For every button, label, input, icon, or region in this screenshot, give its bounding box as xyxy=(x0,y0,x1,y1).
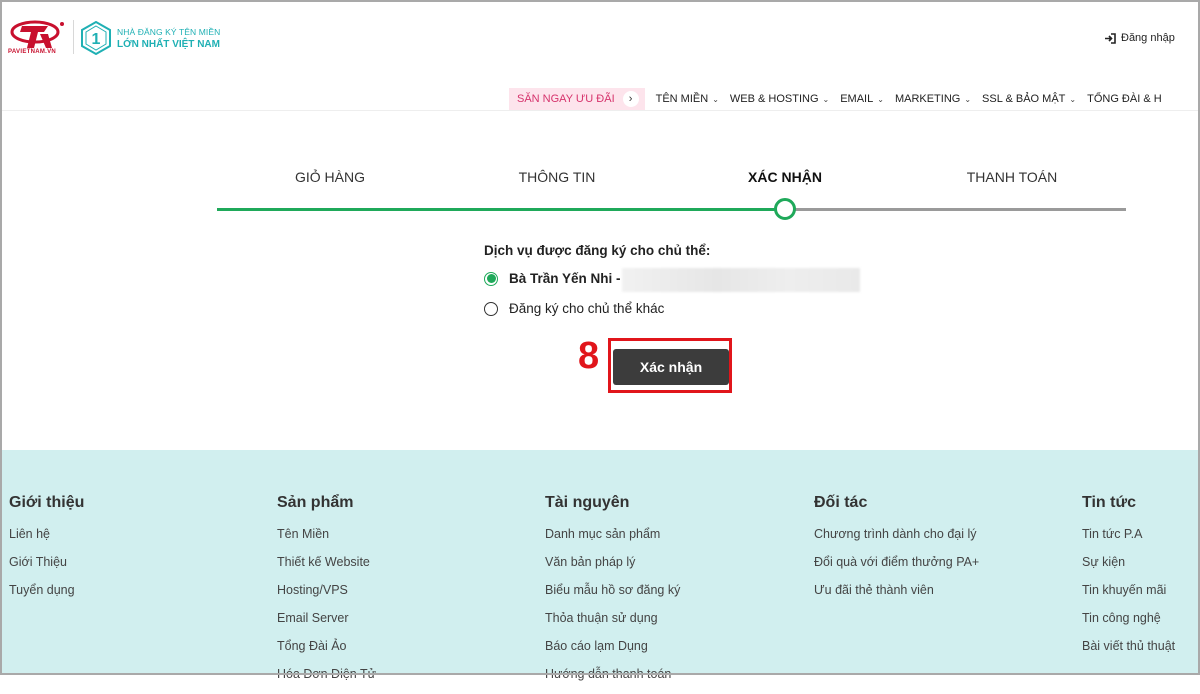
footer-link[interactable]: Chương trình dành cho đại lý xyxy=(814,526,979,554)
chevron-down-icon: ⌄ xyxy=(712,94,719,104)
footer-link[interactable]: Thiết kế Website xyxy=(277,554,376,582)
nav-label: TỔNG ĐÀI & H xyxy=(1087,93,1162,105)
confirm-button[interactable]: Xác nhận xyxy=(613,349,729,385)
footer-col-title: Sản phẩm xyxy=(277,494,354,511)
owner-section-title: Dịch vụ được đăng ký cho chủ thể: xyxy=(484,243,711,258)
step-info: THÔNG TIN xyxy=(518,169,596,185)
footer-col-title: Tài nguyên xyxy=(545,494,630,511)
owner-option-label: Bà Trần Yến Nhi - xyxy=(509,271,621,286)
chevron-down-icon: ⌄ xyxy=(877,94,884,104)
footer-link[interactable]: Hướng dẫn thanh toán xyxy=(545,666,680,694)
nav-item-ssl[interactable]: SSL & BẢO MẬT ⌄ xyxy=(982,93,1076,105)
site-footer: Giới thiệu Liên hệ Giới Thiệu Tuyển dụng… xyxy=(0,450,1200,681)
footer-link[interactable]: Tổng Đài Ảo xyxy=(277,638,376,666)
nav-label: EMAIL xyxy=(840,93,874,105)
logo-divider xyxy=(73,20,74,54)
chevron-right-icon: › xyxy=(622,91,639,107)
nav-label: SSL & BẢO MẬT xyxy=(982,93,1066,105)
footer-link[interactable]: Ưu đãi thẻ thành viên xyxy=(814,582,979,610)
owner-option-current[interactable]: Bà Trần Yến Nhi - xyxy=(484,271,621,286)
number-one-badge-icon: 1 xyxy=(80,20,112,56)
footer-col-title: Giới thiệu xyxy=(9,494,85,511)
nav-item-marketing[interactable]: MARKETING ⌄ xyxy=(895,93,971,105)
footer-link[interactable]: Email Server xyxy=(277,610,376,638)
footer-link[interactable]: Báo cáo lạm Dụng xyxy=(545,638,680,666)
footer-col-san-pham: Sản phẩm Tên Miền Thiết kế Website Hosti… xyxy=(277,494,376,694)
progress-track-remaining xyxy=(785,208,1126,211)
footer-link[interactable]: Liên hệ xyxy=(9,526,84,554)
footer-link[interactable]: Thỏa thuận sử dụng xyxy=(545,610,680,638)
chevron-down-icon: ⌄ xyxy=(822,94,830,104)
footer-link[interactable]: Giới Thiệu xyxy=(9,554,84,582)
chevron-down-icon: ⌄ xyxy=(1069,94,1077,104)
step-payment: THANH TOÁN xyxy=(966,169,1058,185)
radio-unchecked-icon[interactable] xyxy=(484,301,498,316)
footer-link[interactable]: Hosting/VPS xyxy=(277,582,376,610)
footer-col-title: Đối tác xyxy=(814,494,868,511)
tagline-line2: LỚN NHẤT VIỆT NAM xyxy=(117,39,220,50)
login-label: Đăng nhập xyxy=(1121,32,1175,44)
nav-item-ten-mien[interactable]: TÊN MIỀN ⌄ xyxy=(656,93,719,105)
nav-item-tong-dai[interactable]: TỔNG ĐÀI & H xyxy=(1087,93,1162,105)
footer-link[interactable]: Tuyển dụng xyxy=(9,582,84,610)
brand-tagline: NHÀ ĐĂNG KÝ TÊN MIỀN LỚN NHẤT VIỆT NAM xyxy=(117,27,220,50)
nav-label: TÊN MIỀN xyxy=(655,93,709,105)
footer-link[interactable]: Tin công nghệ xyxy=(1082,610,1175,638)
step-cart: GIỎ HÀNG xyxy=(294,169,366,185)
footer-link[interactable]: Tên Miền xyxy=(277,526,376,554)
nav-label: MARKETING xyxy=(894,93,961,105)
nav-item-email[interactable]: EMAIL ⌄ xyxy=(840,93,884,105)
current-step-marker xyxy=(774,198,796,220)
owner-option-label: Đăng ký cho chủ thể khác xyxy=(509,301,665,316)
sign-in-icon xyxy=(1105,32,1116,44)
step-confirm: XÁC NHẬN xyxy=(748,169,822,185)
footer-col-doi-tac: Đối tác Chương trình dành cho đại lý Đổi… xyxy=(814,494,979,610)
main-nav: SĂN NGAY ƯU ĐÃI › TÊN MIỀN ⌄ WEB & HOSTI… xyxy=(509,88,1162,110)
tagline-line1: NHÀ ĐĂNG KÝ TÊN MIỀN xyxy=(117,27,221,37)
annotation-step-number: 8 xyxy=(578,335,600,377)
footer-link[interactable]: Văn bản pháp lý xyxy=(545,554,680,582)
badge-number: 1 xyxy=(92,31,101,48)
owner-option-other[interactable]: Đăng ký cho chủ thể khác xyxy=(484,301,664,316)
chevron-down-icon: ⌄ xyxy=(964,94,972,104)
radio-checked-icon[interactable] xyxy=(484,271,498,286)
footer-link[interactable]: Sự kiện xyxy=(1082,554,1175,582)
nav-label: WEB & HOSTING xyxy=(729,93,819,105)
promo-label: SĂN NGAY ƯU ĐÃI xyxy=(517,93,615,105)
nav-item-web-hosting[interactable]: WEB & HOSTING ⌄ xyxy=(730,93,829,105)
logo-wordmark: PAVIETNAM.VN xyxy=(8,49,57,55)
footer-link[interactable]: Tin tức P.A xyxy=(1082,526,1175,554)
footer-link[interactable]: Biểu mẫu hồ sơ đăng ký xyxy=(545,582,680,610)
footer-col-title: Tin tức xyxy=(1082,494,1136,511)
footer-link[interactable]: Danh mục sản phẩm xyxy=(545,526,680,554)
promo-button[interactable]: SĂN NGAY ƯU ĐÃI › xyxy=(509,88,645,110)
footer-col-tai-nguyen: Tài nguyên Danh mục sản phẩm Văn bản phá… xyxy=(545,494,680,694)
redacted-owner-info xyxy=(622,268,860,292)
footer-col-tin-tuc: Tin tức Tin tức P.A Sự kiện Tin khuyến m… xyxy=(1082,494,1175,666)
footer-col-gioi-thieu: Giới thiệu Liên hệ Giới Thiệu Tuyển dụng xyxy=(9,494,84,610)
login-link[interactable]: Đăng nhập xyxy=(1104,32,1175,44)
footer-link[interactable]: Bài viết thủ thuật xyxy=(1082,638,1175,666)
footer-link[interactable]: Hóa Đơn Điện Tử xyxy=(277,666,376,694)
footer-link[interactable]: Đổi quà với điểm thưởng PA+ xyxy=(814,554,979,582)
footer-link[interactable]: Tin khuyến mãi xyxy=(1082,582,1175,610)
site-header: PAVIETNAM.VN 1 NHÀ ĐĂNG KÝ TÊN MIỀN LỚN … xyxy=(0,0,1200,111)
progress-track-done xyxy=(217,208,785,211)
